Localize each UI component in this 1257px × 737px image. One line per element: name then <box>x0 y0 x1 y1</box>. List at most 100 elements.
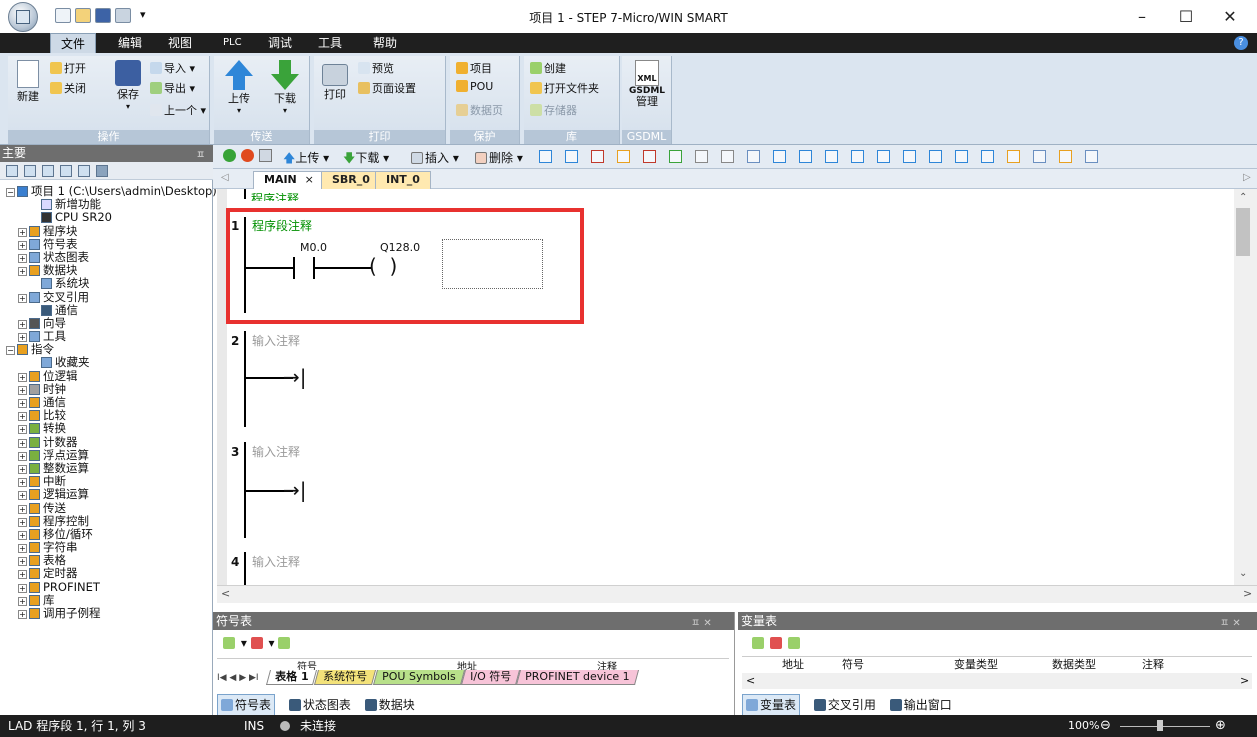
editor-tool-icon[interactable] <box>773 150 786 163</box>
tree-item[interactable]: + 转换 <box>0 422 213 435</box>
tree-tool-icon-4[interactable] <box>60 165 72 177</box>
minimize-button[interactable]: – <box>1120 2 1164 32</box>
editor-tool-icon[interactable] <box>747 150 760 163</box>
tree-item[interactable]: + 程序控制 <box>0 514 213 528</box>
editor-tool-icon[interactable] <box>981 150 994 163</box>
tree-tool-icon-6[interactable] <box>96 165 108 177</box>
menu-edit[interactable]: 编辑 <box>110 33 150 53</box>
scroll-down-icon[interactable]: ⌄ <box>1239 568 1247 579</box>
editor-tool-icon[interactable] <box>903 150 916 163</box>
expand-icon[interactable]: + <box>18 385 27 395</box>
editor-tool-icon[interactable] <box>929 150 942 163</box>
tree-item[interactable]: + 向导 <box>0 316 213 330</box>
editor-tool-icon[interactable] <box>617 150 630 163</box>
bottom-tab-cross-reference[interactable]: 交叉引用 <box>813 695 876 715</box>
subtab-pou-symbols[interactable]: POU Symbols <box>372 670 465 685</box>
editor-tool-icon[interactable] <box>799 150 812 163</box>
editor-tool-icon[interactable] <box>1085 150 1098 163</box>
tree-item[interactable]: CPU SR20 <box>0 211 213 224</box>
preview-button[interactable]: 预览 <box>358 60 394 76</box>
expand-icon[interactable]: + <box>18 478 27 488</box>
tree-item[interactable]: + 中断 <box>0 475 213 488</box>
tab-int0[interactable]: INT_0 <box>375 171 431 189</box>
scroll-up-icon[interactable]: ⌃ <box>1239 192 1247 203</box>
tree-item[interactable]: + 库 <box>0 593 213 607</box>
page-setup-button[interactable]: 页面设置 <box>358 80 416 96</box>
bottom-tab-data-block[interactable]: 数据块 <box>364 695 415 715</box>
import-button[interactable]: 导入 ▾ <box>150 60 195 76</box>
expand-icon[interactable]: + <box>18 293 27 303</box>
scroll-left-icon[interactable]: < <box>746 674 755 687</box>
menu-file[interactable]: 文件 <box>50 33 96 54</box>
previous-button[interactable]: 上一个 ▾ <box>150 102 206 118</box>
close-button[interactable]: ✕ <box>1208 2 1252 32</box>
bottom-tab-output[interactable]: 输出窗口 <box>889 695 952 715</box>
run-icon[interactable] <box>223 149 236 162</box>
save-button[interactable]: 保存 ▾ <box>112 60 144 111</box>
toolbar-insert-button[interactable]: 插入 ▾ <box>411 149 459 166</box>
tree-tool-icon-5[interactable] <box>78 165 90 177</box>
scroll-right-icon[interactable]: > <box>1243 587 1252 600</box>
subtab-table1[interactable]: 表格 1 <box>266 670 318 685</box>
scroll-left-icon[interactable]: < <box>221 587 230 600</box>
menu-help[interactable]: 帮助 <box>365 33 405 53</box>
tree-item[interactable]: + 通信 <box>0 396 213 409</box>
expand-icon[interactable]: + <box>18 583 27 593</box>
editor-tool-icon[interactable] <box>539 150 552 163</box>
subtab-system-symbols[interactable]: 系统符号 <box>314 670 377 685</box>
zoom-slider-thumb[interactable] <box>1157 720 1163 731</box>
tree-item[interactable]: 收藏夹 <box>0 356 213 369</box>
tree-item[interactable]: + 程序块 <box>0 224 213 238</box>
tree-item[interactable]: − 项目 1 (C:\Users\admin\Desktop) <box>0 185 217 198</box>
subtab-profinet[interactable]: PROFINET device 1 <box>516 670 639 685</box>
menu-view[interactable]: 视图 <box>160 33 200 53</box>
new-button[interactable]: 新建 <box>12 60 44 104</box>
editor-tool-icon[interactable] <box>825 150 838 163</box>
library-create-button[interactable]: 创建 <box>530 60 566 76</box>
toolbar-delete-button[interactable]: 删除 ▾ <box>475 149 523 166</box>
print-button[interactable]: 打印 <box>318 64 352 102</box>
zoom-slider[interactable] <box>1120 726 1210 727</box>
tree-item[interactable]: + PROFINET <box>0 580 213 594</box>
zoom-in-icon[interactable]: ⊕ <box>1215 715 1226 737</box>
tree-item[interactable]: + 交叉引用 <box>0 290 213 304</box>
open-button[interactable]: 打开 <box>50 60 86 76</box>
horizontal-scrollbar[interactable]: < > <box>217 585 1257 603</box>
upload-button[interactable]: 上传 ▾ <box>222 60 256 115</box>
expand-icon[interactable]: + <box>18 425 27 435</box>
tree-item[interactable]: + 计数器 <box>0 435 213 449</box>
editor-tool-icon[interactable] <box>1059 150 1072 163</box>
tab-scroll-right-icon[interactable]: ▷ <box>1243 172 1251 183</box>
editor-tool-icon[interactable] <box>669 150 682 163</box>
network-comment[interactable]: 输入注释 <box>252 332 300 349</box>
download-button[interactable]: 下载 ▾ <box>268 60 302 115</box>
protect-pou-button[interactable]: POU <box>456 80 493 93</box>
tree-item[interactable]: 系统块 <box>0 277 213 290</box>
tree-tool-icon-3[interactable] <box>42 165 54 177</box>
expand-icon[interactable]: + <box>18 253 27 263</box>
editor-tool-icon[interactable] <box>1033 150 1046 163</box>
expand-icon[interactable]: + <box>18 464 27 474</box>
delete-symbol-icon[interactable] <box>250 637 263 649</box>
maximize-button[interactable]: ☐ <box>1164 2 1208 32</box>
tree-item[interactable]: + 调用子例程 <box>0 607 213 620</box>
menu-plc[interactable]: PLC <box>215 33 250 53</box>
tab-main[interactable]: MAIN × <box>253 171 325 189</box>
refresh-variable-icon[interactable] <box>787 637 800 649</box>
editor-tool-icon[interactable] <box>721 150 734 163</box>
tree-item[interactable]: − 指令 <box>0 343 213 356</box>
insert-variable-icon[interactable] <box>752 637 764 649</box>
scroll-right-icon[interactable]: > <box>1240 674 1249 687</box>
library-memory-button[interactable]: 存储器 <box>530 102 577 118</box>
expand-icon[interactable]: + <box>18 557 27 567</box>
tree-item[interactable]: + 定时器 <box>0 567 213 580</box>
toolbar-download-button[interactable]: 🡇下载 ▾ <box>343 149 389 170</box>
compile-icon[interactable] <box>259 149 272 162</box>
tree-item[interactable]: + 字符串 <box>0 541 213 554</box>
expand-icon[interactable]: + <box>18 544 27 554</box>
editor-tool-icon[interactable] <box>851 150 864 163</box>
collapse-icon[interactable]: − <box>6 188 15 197</box>
editor-tool-icon[interactable] <box>955 150 968 163</box>
expand-icon[interactable]: + <box>18 530 27 540</box>
tab-close-icon[interactable]: × <box>305 173 314 186</box>
